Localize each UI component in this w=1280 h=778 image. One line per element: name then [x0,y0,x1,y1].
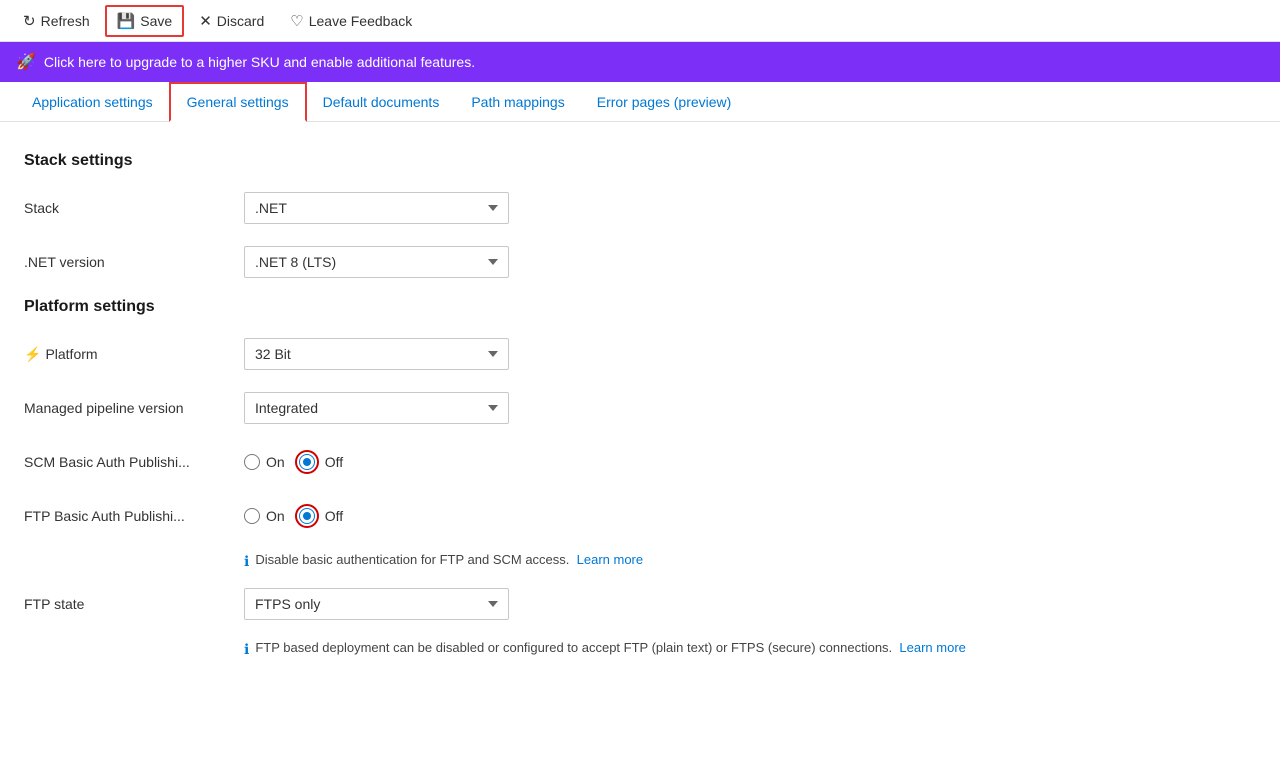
feedback-label: Leave Feedback [309,13,413,29]
ftp-off-radio[interactable] [299,508,315,524]
lightning-icon: ⚡ [24,346,41,363]
tab-app-settings[interactable]: Application settings [16,84,169,122]
tab-general-settings-label: General settings [187,94,289,110]
ftp-auth-row: FTP Basic Auth Publishi... On Off [24,498,1016,534]
tab-app-settings-label: Application settings [32,94,153,110]
tab-default-documents[interactable]: Default documents [307,84,456,122]
scm-off-text: Off [325,454,343,470]
discard-icon: ✕ [199,12,212,30]
dotnet-version-control: .NET 8 (LTS) .NET 7 .NET 6 (LTS) .NET 5 … [244,246,1016,278]
dotnet-version-label: .NET version [24,254,244,270]
ftp-auth-info-icon: ℹ [244,553,249,570]
feedback-button[interactable]: ♡ Leave Feedback [279,6,423,36]
scm-auth-label: SCM Basic Auth Publishi... [24,454,244,470]
ftp-off-text: Off [325,508,343,524]
platform-row: ⚡ Platform 32 Bit 64 Bit [24,336,1016,372]
pipeline-label: Managed pipeline version [24,400,244,416]
main-content: Stack settings Stack .NET .NET Core Node… [0,122,1040,694]
tab-error-pages-label: Error pages (preview) [597,94,732,110]
toolbar: ↻ Refresh 💾 Save ✕ Discard ♡ Leave Feedb… [0,0,1280,42]
scm-on-label[interactable]: On [244,454,285,470]
scm-off-radio-box [295,450,319,474]
banner-text: Click here to upgrade to a higher SKU an… [44,54,475,70]
refresh-label: Refresh [41,13,90,29]
discard-label: Discard [217,13,264,29]
ftp-auth-info: ℹ Disable basic authentication for FTP a… [24,552,1016,570]
ftp-off-label[interactable]: Off [295,504,343,528]
stack-label: Stack [24,200,244,216]
scm-off-label[interactable]: Off [295,450,343,474]
ftp-state-info-text: FTP based deployment can be disabled or … [255,640,892,655]
ftp-state-label: FTP state [24,596,244,612]
tab-error-pages[interactable]: Error pages (preview) [581,84,748,122]
ftp-state-select[interactable]: FTPS only All allowed Disabled [244,588,509,620]
ftp-auth-label: FTP Basic Auth Publishi... [24,508,244,524]
platform-settings-section: Platform settings ⚡ Platform 32 Bit 64 B… [24,298,1016,658]
platform-settings-title: Platform settings [24,298,1016,316]
scm-off-radio-fill [303,458,311,466]
platform-control: 32 Bit 64 Bit [244,338,1016,370]
ftp-state-control: FTPS only All allowed Disabled [244,588,1016,620]
refresh-icon: ↻ [23,12,36,30]
dotnet-version-row: .NET version .NET 8 (LTS) .NET 7 .NET 6 … [24,244,1016,280]
rocket-icon: 🚀 [16,52,36,72]
ftp-state-info-icon: ℹ [244,641,249,658]
save-icon: 💾 [117,12,136,30]
tab-navigation: Application settings General settings De… [0,82,1280,122]
refresh-button[interactable]: ↻ Refresh [12,6,101,36]
ftp-off-radio-box [295,504,319,528]
ftp-on-text: On [266,508,285,524]
scm-on-radio[interactable] [244,454,260,470]
tab-path-mappings[interactable]: Path mappings [455,84,580,122]
stack-row: Stack .NET .NET Core Node PHP Python Jav… [24,190,1016,226]
scm-off-radio[interactable] [299,454,315,470]
ftp-state-info: ℹ FTP based deployment can be disabled o… [24,640,1016,658]
discard-button[interactable]: ✕ Discard [188,6,275,36]
ftp-state-learn-more-link[interactable]: Learn more [899,640,965,655]
save-button[interactable]: 💾 Save [105,5,185,37]
tab-general-settings[interactable]: General settings [169,82,307,122]
ftp-auth-control: On Off [244,504,1016,528]
platform-select[interactable]: 32 Bit 64 Bit [244,338,509,370]
tab-path-mappings-label: Path mappings [471,94,564,110]
feedback-icon: ♡ [290,12,303,30]
upgrade-banner[interactable]: 🚀 Click here to upgrade to a higher SKU … [0,42,1280,82]
pipeline-control: Integrated Classic [244,392,1016,424]
ftp-auth-learn-more-link[interactable]: Learn more [577,552,643,567]
stack-control: .NET .NET Core Node PHP Python Java [244,192,1016,224]
stack-select[interactable]: .NET .NET Core Node PHP Python Java [244,192,509,224]
tab-default-documents-label: Default documents [323,94,440,110]
pipeline-row: Managed pipeline version Integrated Clas… [24,390,1016,426]
ftp-off-radio-fill [303,512,311,520]
scm-auth-control: On Off [244,450,1016,474]
scm-on-text: On [266,454,285,470]
scm-auth-row: SCM Basic Auth Publishi... On Off [24,444,1016,480]
pipeline-select[interactable]: Integrated Classic [244,392,509,424]
ftp-state-row: FTP state FTPS only All allowed Disabled [24,586,1016,622]
ftp-on-radio[interactable] [244,508,260,524]
save-label: Save [140,13,172,29]
ftp-auth-info-text: Disable basic authentication for FTP and… [255,552,569,567]
platform-label: ⚡ Platform [24,346,244,363]
ftp-on-label[interactable]: On [244,508,285,524]
dotnet-version-select[interactable]: .NET 8 (LTS) .NET 7 .NET 6 (LTS) .NET 5 … [244,246,509,278]
stack-settings-title: Stack settings [24,152,1016,170]
